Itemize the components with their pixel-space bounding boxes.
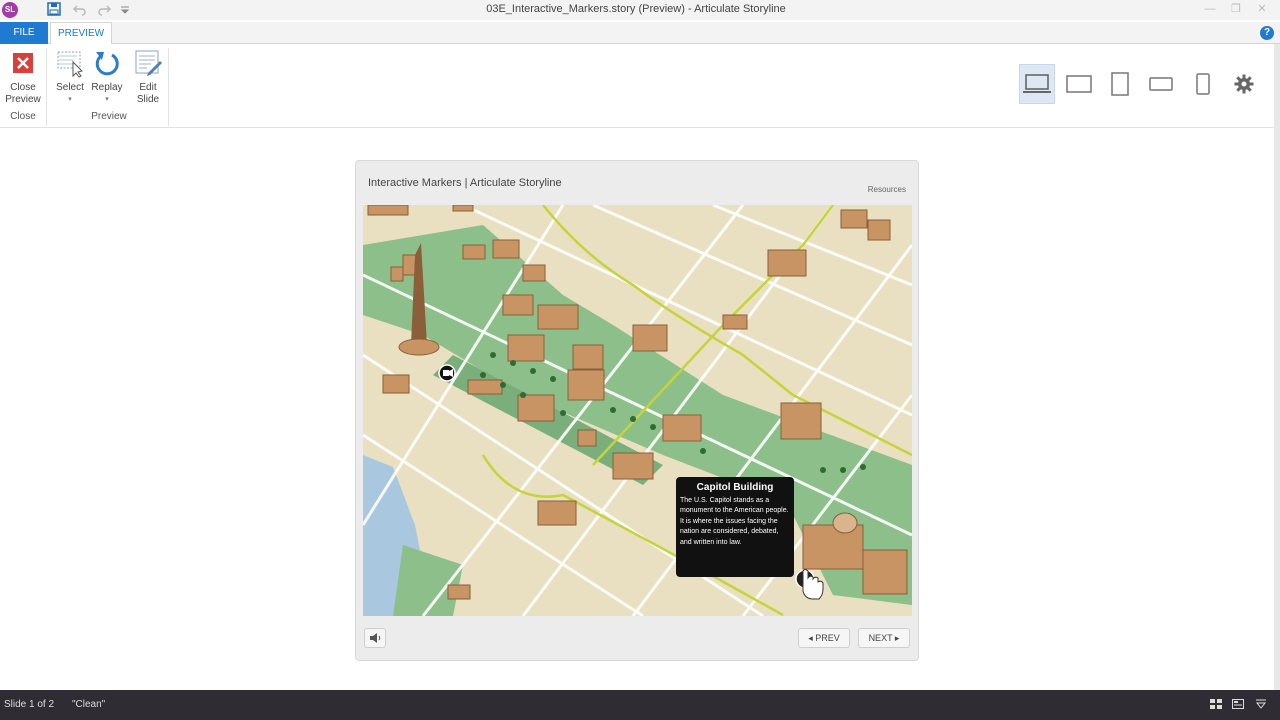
edit-slide-label-2: Slide [136,94,160,105]
window-title: 03E_Interactive_Markers.story (Preview) … [486,3,786,15]
select-button[interactable]: Select ▾ [52,48,88,106]
help-icon[interactable]: ? [1260,26,1274,40]
settings-button[interactable] [1226,64,1262,104]
phone-portrait-icon [1196,73,1210,95]
laptop-icon [1023,74,1051,93]
speaker-icon [370,633,381,643]
select-icon [55,48,85,78]
close-preview-icon [8,48,38,78]
player-title: Interactive Markers | Articulate Storyli… [368,177,562,189]
capitol-tooltip: Capitol Building The U.S. Capitol stands… [676,477,794,577]
resources-link[interactable]: Resources [868,185,906,194]
window-edge [1274,44,1280,690]
edit-slide-icon [133,48,163,78]
ribbon: Close Preview Close Select ▾ Replay ▾ Ed… [0,44,1280,128]
phone-portrait-button[interactable] [1185,64,1221,104]
close-preview-label-2: Preview [5,94,41,105]
close-preview-label-1: Close [10,82,36,93]
next-button[interactable]: NEXT ▸ [858,628,910,648]
tablet-portrait-icon [1111,72,1129,96]
volume-button[interactable] [364,628,386,648]
washington-map-image [363,205,912,616]
close-group-label: Close [10,111,36,122]
status-bar: Slide 1 of 2 "Clean" [0,690,1280,720]
tooltip-body: The U.S. Capitol stands as a monument to… [680,497,789,546]
theme-name: "Clean" [72,699,106,710]
prev-button[interactable]: ◂ PREV [798,628,850,648]
replay-button[interactable]: Replay ▾ [89,48,125,106]
slide-count: Slide 1 of 2 [4,699,55,710]
fit-view-icon[interactable] [1254,697,1268,711]
ribbon-tabs: FILE PREVIEW ? [0,22,1280,45]
tab-file[interactable]: FILE [0,22,48,44]
edit-slide-label-1: Edit [139,82,157,93]
select-dropdown-icon[interactable]: ▾ [52,94,88,106]
normal-view-icon[interactable] [1231,697,1245,711]
tablet-landscape-icon [1066,75,1092,93]
storyline-player: Interactive Markers | Articulate Storyli… [355,160,919,661]
player-controls: ◂ PREV NEXT ▸ [356,623,918,661]
restore-button[interactable]: ❐ [1222,0,1250,20]
replay-label: Replay [91,82,123,93]
phone-landscape-button[interactable] [1143,64,1179,104]
replay-dropdown-icon[interactable]: ▾ [89,94,125,106]
preview-group-label: Preview [91,111,127,122]
close-window-button[interactable]: ✕ [1248,0,1276,20]
tooltip-title: Capitol Building [696,482,774,493]
tablet-portrait-button[interactable] [1102,64,1138,104]
tablet-landscape-button[interactable] [1061,64,1097,104]
close-preview-button[interactable]: Close Preview [4,48,42,106]
minimize-button[interactable]: — [1196,0,1224,20]
desktop-preview-button[interactable] [1019,64,1055,104]
ribbon-separator [46,48,47,126]
title-bar: SL 03E_Interactive_Markers.story (Previe… [0,0,1280,20]
phone-landscape-icon [1149,77,1173,91]
grid-view-icon[interactable] [1209,697,1223,711]
edit-slide-button[interactable]: Edit Slide [130,48,166,106]
gear-icon [1234,74,1254,94]
ribbon-separator [168,48,169,126]
replay-icon [92,48,122,78]
select-label: Select [56,82,84,93]
tab-preview[interactable]: PREVIEW [50,22,112,45]
slide-map: Capitol Building The U.S. Capitol stands… [363,205,912,616]
